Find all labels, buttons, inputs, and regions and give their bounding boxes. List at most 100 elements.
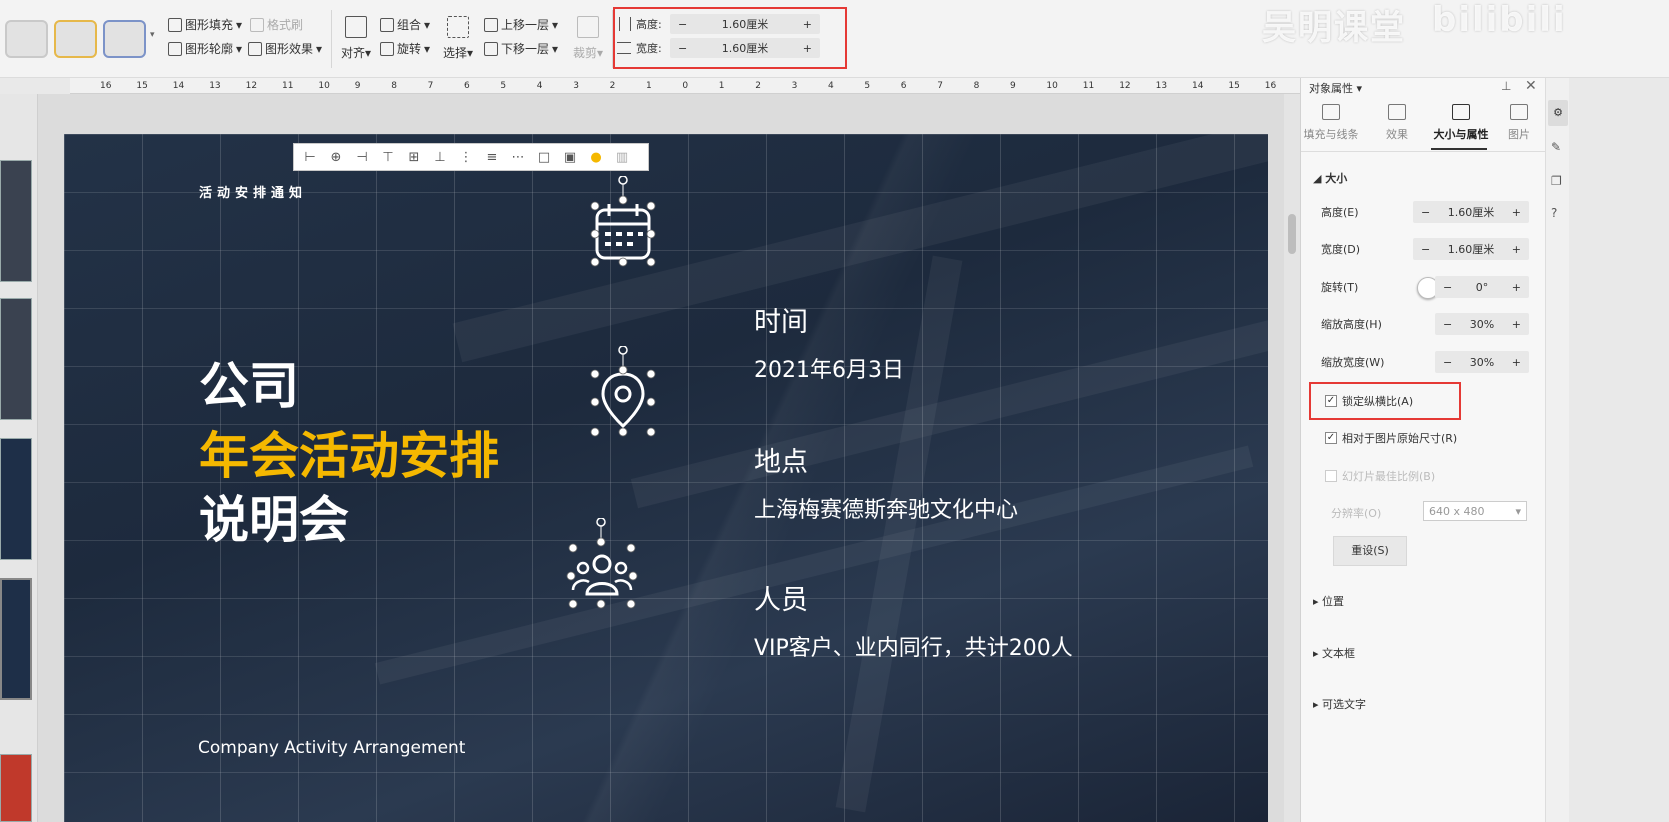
- distribute-horizontal-icon[interactable]: ⋮: [456, 149, 476, 165]
- increment-button[interactable]: +: [1512, 206, 1521, 219]
- decrement-button[interactable]: −: [1443, 356, 1452, 369]
- layer-up-icon: [484, 18, 498, 32]
- rotate-button[interactable]: 旋转 ▾: [380, 39, 430, 59]
- swatch-more-icon[interactable]: ▾: [150, 30, 155, 40]
- decrement-button[interactable]: −: [1443, 318, 1452, 331]
- title-line-3[interactable]: 说明会: [199, 480, 349, 552]
- location-pin-icon[interactable]: [587, 346, 657, 438]
- help-icon[interactable]: ?: [1551, 206, 1557, 220]
- shape-fill-button[interactable]: 图形填充 ▾: [168, 15, 242, 35]
- increment-button[interactable]: +: [1512, 243, 1521, 256]
- width-value[interactable]: 1.60厘米: [1448, 241, 1495, 257]
- outline-icon: [168, 42, 182, 56]
- align-middle-icon[interactable]: ⊞: [404, 149, 424, 165]
- tab-effects[interactable]: 效果: [1367, 104, 1427, 142]
- slide-thumbnail[interactable]: [0, 160, 32, 282]
- slide-thumbnail[interactable]: [0, 438, 32, 560]
- scale-height-spinner[interactable]: − 30% +: [1435, 313, 1529, 335]
- align-right-icon[interactable]: ⊣: [352, 149, 372, 165]
- rotate-spinner[interactable]: − 0° +: [1435, 276, 1529, 298]
- scale-width-spinner[interactable]: − 30% +: [1435, 351, 1529, 373]
- height-value[interactable]: 1.60厘米: [1448, 204, 1495, 220]
- select-icon: [447, 16, 469, 38]
- best-scale-checkbox[interactable]: 幻灯片最佳比例(B): [1325, 468, 1435, 484]
- properties-tool-icon[interactable]: ⚙: [1548, 100, 1568, 126]
- increment-button[interactable]: +: [1512, 356, 1521, 369]
- align-center-icon[interactable]: ⊕: [326, 149, 346, 165]
- bring-forward-button[interactable]: 上移一层 ▾: [484, 15, 558, 35]
- vertical-scrollbar[interactable]: [1284, 94, 1300, 822]
- tab-picture[interactable]: 图片: [1491, 104, 1547, 142]
- section-position-toggle[interactable]: ▸ 位置: [1313, 593, 1344, 609]
- time-heading[interactable]: 时间: [754, 300, 808, 339]
- align-bottom-icon[interactable]: ⊥: [430, 149, 450, 165]
- slide-thumbnail[interactable]: [0, 298, 32, 420]
- pin-tool-icon[interactable]: ✎: [1551, 140, 1561, 154]
- distribute-center-icon[interactable]: ⋯: [508, 149, 528, 165]
- height-spinner[interactable]: − 1.60厘米 +: [1413, 201, 1529, 223]
- width-spinner[interactable]: − 1.60厘米 +: [1413, 238, 1529, 260]
- section-alt-text-label: 可选文字: [1322, 698, 1367, 711]
- decrement-button[interactable]: −: [1421, 206, 1430, 219]
- lightbulb-icon[interactable]: ●: [586, 149, 606, 165]
- scale-height-value[interactable]: 30%: [1470, 318, 1494, 331]
- eyebrow-text[interactable]: 活动安排通知: [199, 182, 307, 201]
- footer-text[interactable]: Company Activity Arrangement: [198, 738, 465, 758]
- section-size-toggle[interactable]: ◢ 大小: [1313, 170, 1347, 186]
- decrement-button[interactable]: −: [1421, 243, 1430, 256]
- more-options-icon[interactable]: ▥: [612, 149, 632, 165]
- painter-icon: [250, 18, 264, 32]
- section-textbox-toggle[interactable]: ▸ 文本框: [1313, 645, 1355, 661]
- group-shape-icon[interactable]: □: [534, 149, 554, 165]
- place-heading[interactable]: 地点: [754, 440, 808, 479]
- select-button[interactable]: 选择▾: [438, 12, 478, 61]
- close-icon[interactable]: ✕: [1525, 78, 1537, 94]
- align-button[interactable]: 对齐▾: [336, 12, 376, 61]
- send-backward-button[interactable]: 下移一层 ▾: [484, 39, 558, 59]
- ungroup-icon[interactable]: ▣: [560, 149, 580, 165]
- people-group-icon[interactable]: [565, 518, 639, 610]
- title-line-1[interactable]: 公司: [199, 346, 299, 418]
- slide-thumbnail[interactable]: [0, 754, 32, 822]
- people-heading[interactable]: 人员: [754, 578, 808, 617]
- pin-icon[interactable]: ⊥: [1501, 79, 1511, 93]
- tab-size-and-properties[interactable]: 大小与属性: [1429, 104, 1493, 142]
- increment-button[interactable]: +: [1512, 318, 1521, 331]
- style-swatch-1[interactable]: [5, 20, 48, 58]
- scrollbar-thumb[interactable]: [1288, 214, 1296, 254]
- scale-height-label: 缩放高度(H): [1321, 318, 1382, 331]
- watermark-logo: 吴明课堂: [1262, 8, 1406, 48]
- scale-width-label: 缩放宽度(W): [1321, 356, 1385, 369]
- side-tool-strip: ⚙ ✎ ❐ ?: [1545, 78, 1569, 822]
- place-value[interactable]: 上海梅赛德斯奔驰文化中心: [754, 492, 1018, 524]
- align-left-icon[interactable]: ⊢: [300, 149, 320, 165]
- rotate-value[interactable]: 0°: [1476, 281, 1489, 294]
- title-line-2[interactable]: 年会活动安排: [199, 416, 499, 488]
- align-top-icon[interactable]: ⊤: [378, 149, 398, 165]
- reset-button[interactable]: 重设(S): [1333, 536, 1407, 566]
- tab-divider: [1301, 151, 1546, 152]
- slide[interactable]: 活动安排通知 公司 年会活动安排 说明会 Company Activity Ar…: [64, 134, 1268, 822]
- tab-fill-and-line[interactable]: 填充与线条: [1301, 104, 1361, 142]
- shape-effect-button[interactable]: 图形效果 ▾: [248, 39, 322, 59]
- style-swatch-2[interactable]: [54, 20, 97, 58]
- section-alt-text-toggle[interactable]: ▸ 可选文字: [1313, 696, 1366, 712]
- time-value[interactable]: 2021年6月3日: [754, 352, 904, 384]
- window-tool-icon[interactable]: ❐: [1551, 174, 1562, 188]
- resolution-select[interactable]: 640 x 480 ▾: [1423, 501, 1527, 521]
- relative-to-original-checkbox[interactable]: ✓ 相对于图片原始尺寸(R): [1325, 430, 1457, 446]
- group-button[interactable]: 组合 ▾: [380, 15, 430, 35]
- increment-button[interactable]: +: [1512, 281, 1521, 294]
- format-painter-button[interactable]: 格式刷: [250, 15, 303, 35]
- style-swatch-3[interactable]: [103, 20, 146, 58]
- decrement-button[interactable]: −: [1443, 281, 1452, 294]
- distribute-vertical-icon[interactable]: ≡: [482, 149, 502, 165]
- slide-thumbnail-active[interactable]: [0, 578, 32, 700]
- ruler-tick-label: 14: [1192, 81, 1204, 91]
- people-value[interactable]: VIP客户、业内同行，共计200人: [754, 630, 1073, 662]
- shape-outline-button[interactable]: 图形轮廓 ▾: [168, 39, 242, 59]
- scale-width-value[interactable]: 30%: [1470, 356, 1494, 369]
- crop-button[interactable]: 裁剪▾: [568, 12, 608, 61]
- panel-title[interactable]: 对象属性 ▾: [1309, 80, 1362, 96]
- calendar-icon[interactable]: [587, 176, 657, 268]
